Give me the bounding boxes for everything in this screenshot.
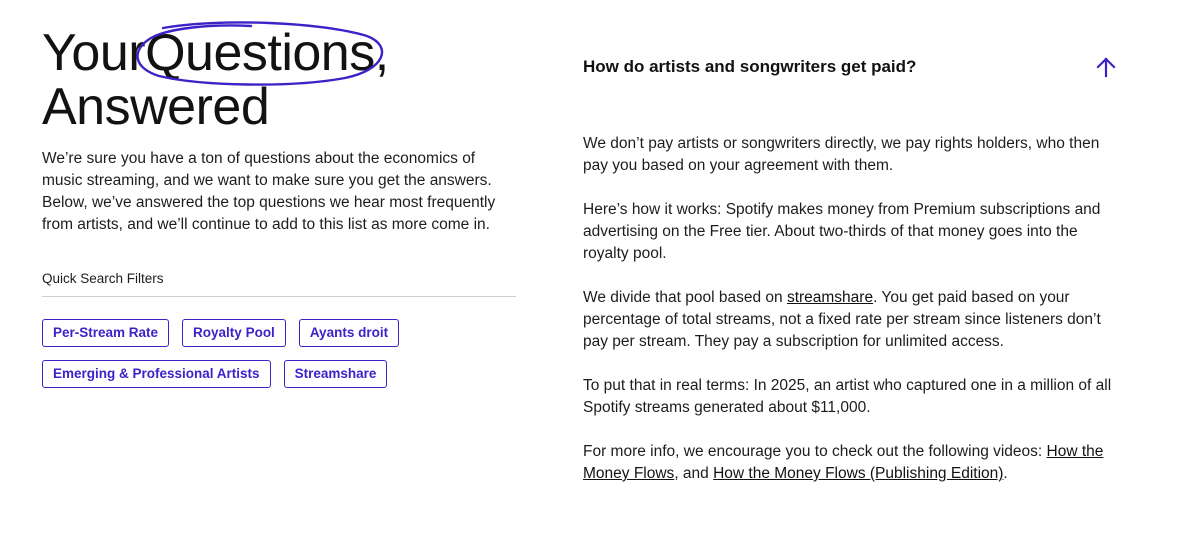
filter-chip-emerging-professional-artists[interactable]: Emerging & Professional Artists (42, 360, 271, 388)
answer-p5-text-before: For more info, we encourage you to check… (583, 443, 1047, 460)
filter-chip-streamshare[interactable]: Streamshare (283, 360, 388, 388)
answer-p3-text-before: We divide that pool based on (583, 289, 787, 306)
faq-question-toggle[interactable]: How do artists and songwriters get paid? (583, 54, 1123, 80)
answer-paragraph-1: We don’t pay artists or songwriters dire… (583, 135, 1100, 174)
intro-text: We’re sure you have a ton of questions a… (42, 150, 496, 233)
answer-p5-text-mid: , and (674, 465, 714, 482)
faq-question: How do artists and songwriters get paid? (583, 57, 917, 76)
streamshare-link[interactable]: streamshare (787, 289, 873, 306)
how-the-money-flows-publishing-link[interactable]: How the Money Flows (Publishing Edition) (713, 465, 1003, 482)
arrow-up-icon[interactable] (1095, 56, 1117, 78)
filter-chip-per-stream-rate[interactable]: Per-Stream Rate (42, 319, 170, 347)
title-line-answered: Answered (42, 78, 270, 136)
filter-chip-list: Per-Stream Rate Royalty Pool Ayants droi… (42, 319, 518, 388)
page-title: YourQuestions, Answered (42, 21, 518, 136)
quick-search-filters-label: Quick Search Filters (42, 271, 516, 297)
title-word-questions-highlight: Questions, (136, 21, 389, 86)
intro-panel: YourQuestions, Answered We’re sure you h… (42, 21, 518, 388)
answer-paragraph-2: Here’s how it works: Spotify makes money… (583, 201, 1101, 262)
title-word-your: Your (42, 24, 146, 82)
title-word-questions: Questions, (145, 24, 389, 82)
answer-p5-text-after: . (1003, 465, 1008, 482)
filter-chip-ayants-droit[interactable]: Ayants droit (298, 319, 400, 347)
answer-paragraph-5: For more info, we encourage you to check… (583, 441, 1123, 485)
faq-answer: We don’t pay artists or songwriters dire… (583, 133, 1123, 507)
filter-chip-royalty-pool[interactable]: Royalty Pool (182, 319, 286, 347)
answer-paragraph-4: To put that in real terms: In 2025, an a… (583, 377, 1112, 416)
answer-paragraph-3: We divide that pool based on streamshare… (583, 287, 1123, 353)
